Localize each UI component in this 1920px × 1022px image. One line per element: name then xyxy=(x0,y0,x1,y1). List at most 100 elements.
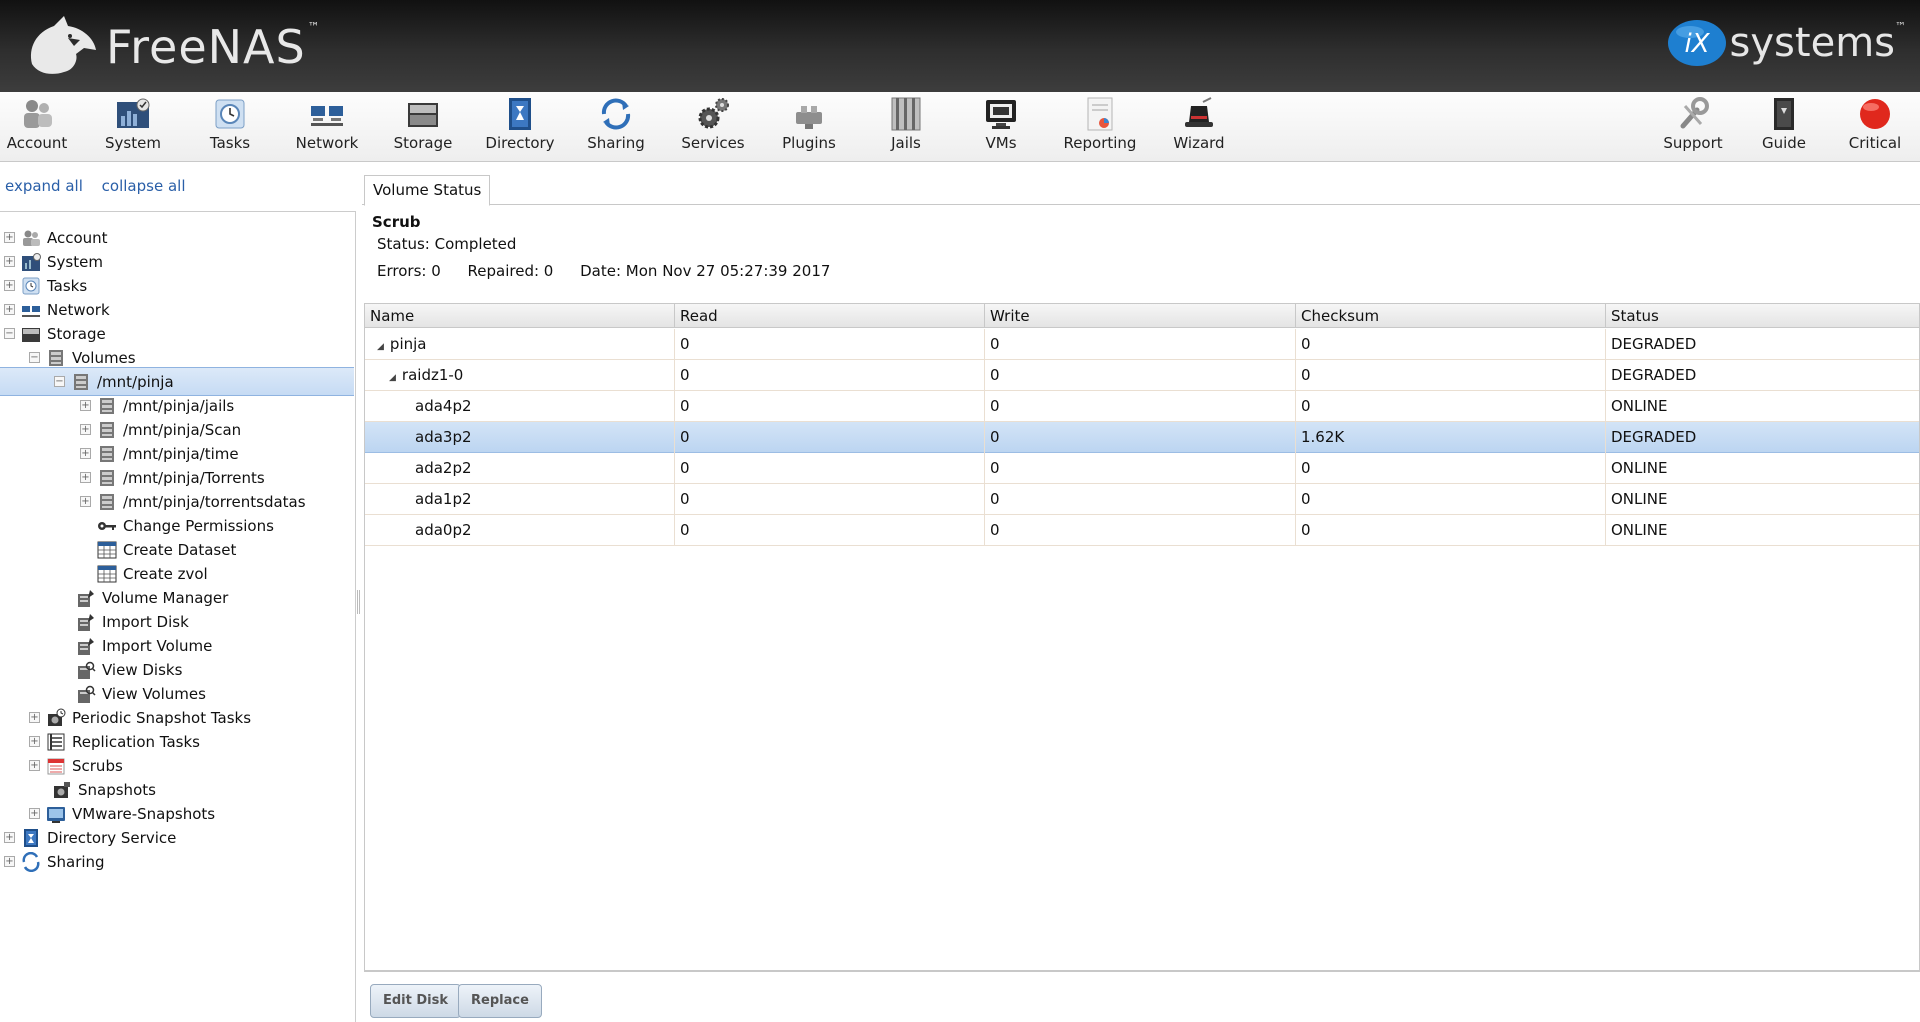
toolbar-system[interactable]: System xyxy=(88,96,178,158)
grid-header: Name Read Write Checksum Status xyxy=(365,304,1919,328)
expand-icon[interactable]: + xyxy=(29,808,40,819)
edit-disk-button[interactable]: Edit Disk xyxy=(370,984,462,1018)
main-content: Volume Status Scrub Status: Completed Er… xyxy=(362,163,1920,1022)
guide-icon xyxy=(1774,98,1794,130)
toolbar-reporting[interactable]: Reporting xyxy=(1055,96,1145,158)
sharing-icon xyxy=(22,851,40,872)
collapse-icon[interactable]: − xyxy=(29,352,40,363)
cell-checksum: 0 xyxy=(1296,391,1606,422)
cell-name: ada2p2 xyxy=(365,453,675,484)
table-row[interactable]: ada4p2 0 0 0 ONLINE xyxy=(365,391,1919,422)
cell-write: 0 xyxy=(985,422,1296,453)
toolbar-support[interactable]: Support xyxy=(1648,96,1738,158)
plugins-icon xyxy=(796,106,822,129)
tasks-icon xyxy=(215,99,245,129)
network-icon xyxy=(311,106,343,126)
sharing-icon xyxy=(601,98,631,130)
volume-icon xyxy=(74,373,88,390)
cell-status: ONLINE xyxy=(1611,490,1668,508)
toolbar-network[interactable]: Network xyxy=(282,96,372,158)
column-header-read[interactable]: Read xyxy=(675,304,985,328)
expand-icon[interactable]: + xyxy=(80,496,91,507)
cell-status: ONLINE xyxy=(1611,521,1668,539)
toolbar-tasks[interactable]: Tasks xyxy=(185,96,275,158)
system-icon xyxy=(117,98,150,128)
toolbar-vms[interactable]: VMs xyxy=(956,96,1046,158)
system-icon xyxy=(22,252,41,271)
expand-icon[interactable]: + xyxy=(4,832,15,843)
cell-checksum: 0 xyxy=(1296,515,1606,546)
scrub-status: Status: Completed xyxy=(377,235,517,253)
collapse-icon[interactable]: − xyxy=(54,376,65,387)
collapse-icon[interactable]: − xyxy=(4,328,15,339)
cell-checksum: 0 xyxy=(1296,329,1606,360)
ixsystems-logo[interactable]: iX systems™ xyxy=(1666,18,1906,68)
toolbar-services[interactable]: Services xyxy=(668,96,758,158)
cell-status: DEGRADED xyxy=(1611,335,1697,353)
expand-icon[interactable]: + xyxy=(80,448,91,459)
snapshot-icon xyxy=(54,781,70,798)
collapse-triangle-icon[interactable]: ◢ xyxy=(377,332,384,362)
expand-all-link[interactable]: expand all xyxy=(5,177,83,195)
cell-checksum: 0 xyxy=(1296,360,1606,391)
dataset-icon xyxy=(100,493,114,510)
storage-icon xyxy=(408,103,438,127)
tab-volume-status[interactable]: Volume Status xyxy=(364,175,491,206)
scrub-repaired: Repaired: 0 xyxy=(467,262,554,280)
cell-checksum: 1.62K xyxy=(1296,422,1606,453)
toolbar-account[interactable]: Account xyxy=(0,96,82,158)
column-header-checksum[interactable]: Checksum xyxy=(1296,304,1606,328)
toolbar-storage[interactable]: Storage xyxy=(378,96,468,158)
tasks-icon xyxy=(22,277,40,294)
expand-icon[interactable]: + xyxy=(4,856,15,867)
freenas-logo[interactable]: FreeNAS ™ xyxy=(24,12,321,82)
table-row[interactable]: ada1p2 0 0 0 ONLINE xyxy=(365,484,1919,515)
tree-item-sharing[interactable]: + Sharing xyxy=(0,847,354,876)
table-row[interactable]: ◢ pinja 0 0 0 DEGRADED xyxy=(365,329,1919,360)
cell-name: ada0p2 xyxy=(365,515,675,546)
table-row[interactable]: ◢ raidz1-0 0 0 0 DEGRADED xyxy=(365,360,1919,391)
support-icon xyxy=(1680,97,1709,129)
toolbar-sharing[interactable]: Sharing xyxy=(571,96,661,158)
column-header-write[interactable]: Write xyxy=(985,304,1296,328)
expand-icon[interactable]: + xyxy=(4,280,15,291)
collapse-all-link[interactable]: collapse all xyxy=(102,177,186,195)
expand-icon[interactable]: + xyxy=(4,304,15,315)
cell-status: DEGRADED xyxy=(1611,428,1697,446)
column-header-name[interactable]: Name xyxy=(365,304,675,328)
toolbar-critical[interactable]: Critical xyxy=(1830,96,1920,158)
replace-button[interactable]: Replace xyxy=(458,984,542,1018)
volume-manager-icon xyxy=(78,589,94,607)
expand-icon[interactable]: + xyxy=(80,424,91,435)
expand-icon[interactable]: + xyxy=(80,472,91,483)
expand-icon[interactable]: + xyxy=(80,400,91,411)
svg-text:iX: iX xyxy=(1684,29,1710,59)
collapse-triangle-icon[interactable]: ◢ xyxy=(389,363,396,393)
reporting-icon xyxy=(1087,97,1113,131)
expand-icon[interactable]: + xyxy=(29,736,40,747)
view-volumes-icon xyxy=(78,685,96,703)
cell-write: 0 xyxy=(985,329,1296,360)
expand-icon[interactable]: + xyxy=(4,256,15,267)
table-row[interactable]: ada2p2 0 0 0 ONLINE xyxy=(365,453,1919,484)
table-row[interactable]: ada0p2 0 0 0 ONLINE xyxy=(365,515,1919,546)
vms-icon xyxy=(986,100,1016,129)
snapshot-task-icon xyxy=(48,708,66,726)
expand-icon[interactable]: + xyxy=(29,760,40,771)
cell-name: ◢ pinja xyxy=(365,329,675,360)
expand-icon[interactable]: + xyxy=(4,232,15,243)
toolbar-jails[interactable]: Jails xyxy=(861,96,951,158)
wizard-icon xyxy=(1185,97,1213,127)
directory-icon xyxy=(509,98,531,130)
toolbar-wizard[interactable]: Wizard xyxy=(1154,96,1244,158)
toolbar-directory[interactable]: Directory xyxy=(475,96,565,158)
cell-read: 0 xyxy=(675,453,985,484)
action-bar: Edit Disk Replace xyxy=(364,971,1920,1022)
pane-splitter[interactable] xyxy=(357,590,360,614)
expand-icon[interactable]: + xyxy=(29,712,40,723)
table-row-selected[interactable]: ada3p2 0 0 1.62K DEGRADED xyxy=(365,422,1919,453)
scrub-errors: Errors: 0 xyxy=(377,262,441,280)
toolbar-plugins[interactable]: Plugins xyxy=(764,96,854,158)
toolbar-guide[interactable]: Guide xyxy=(1739,96,1829,158)
column-header-status[interactable]: Status xyxy=(1606,304,1919,328)
